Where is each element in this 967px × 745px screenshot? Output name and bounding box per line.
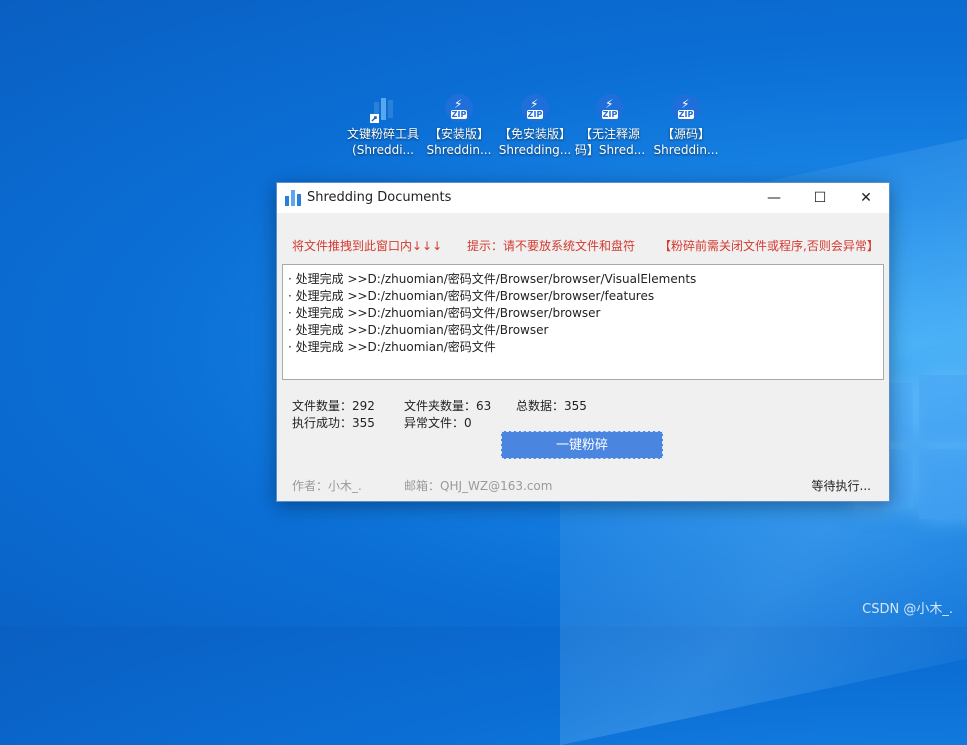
zip-icon: ⚡ ZIP — [672, 94, 700, 122]
desktop-icon-label: Shredding... — [498, 143, 572, 157]
desktop-icon-label: (Shreddi... — [352, 143, 414, 157]
desktop-icon-source-nocomment-zip[interactable]: ⚡ ZIP 【无注释源 码】Shred... — [572, 94, 648, 158]
desktop-icon-label: 【源码】 — [661, 127, 710, 141]
window-title: Shredding Documents — [307, 190, 452, 205]
system-file-tip: 提示：请不要放系统文件和盘符 — [467, 239, 636, 253]
window-titlebar[interactable]: Shredding Documents — ☐ ✕ — [277, 183, 889, 213]
minimize-button[interactable]: — — [751, 183, 797, 213]
desktop-icon-install-zip[interactable]: ⚡ ZIP 【安装版】 Shreddin... — [421, 94, 497, 158]
status-text: 等待执行... — [811, 479, 871, 493]
folder-count: 文件夹数量：63 — [404, 399, 492, 413]
zip-icon: ⚡ ZIP — [521, 94, 549, 122]
drag-hint: 将文件推拽到此窗口内↓↓↓ — [292, 239, 443, 253]
log-line: · 处理完成 >>D:/zhuomian/密码文件 — [288, 340, 496, 354]
desktop-icon-shredder-shortcut[interactable]: 文键粉碎工具 (Shreddi... — [345, 94, 421, 158]
error-count: 异常文件：0 — [404, 416, 472, 430]
maximize-button[interactable]: ☐ — [797, 183, 843, 213]
log-line: · 处理完成 >>D:/zhuomian/密码文件/Browser/browse… — [288, 272, 697, 286]
desktop-icon-portable-zip[interactable]: ⚡ ZIP 【免安装版】 Shredding... — [497, 94, 573, 158]
desktop-icon-label: 【免安装版】 — [498, 127, 571, 141]
log-line: · 处理完成 >>D:/zhuomian/密码文件/Browser/browse… — [288, 306, 601, 320]
drop-zone-log[interactable]: · 处理完成 >>D:/zhuomian/密码文件/Browser/browse… — [282, 264, 884, 380]
success-count: 执行成功：355 — [292, 416, 375, 430]
desktop-icon-label: 【无注释源 — [579, 127, 640, 141]
shredding-window: Shredding Documents — ☐ ✕ 将文件推拽到此窗口内↓↓↓ … — [276, 182, 890, 502]
desktop-icon-label: 【安装版】 — [428, 127, 489, 141]
email-label: 邮箱：QHJ_WZ@163.com — [404, 479, 553, 493]
shred-button[interactable]: 一键粉碎 — [501, 431, 663, 459]
desktop-icon-label: 文键粉碎工具 — [346, 127, 419, 141]
log-line: · 处理完成 >>D:/zhuomian/密码文件/Browser/browse… — [288, 289, 655, 303]
zip-icon: ⚡ ZIP — [445, 94, 473, 122]
close-button[interactable]: ✕ — [843, 183, 889, 213]
close-file-warning: 【粉碎前需关闭文件或程序,否则会异常】 — [659, 239, 879, 253]
app-shortcut-icon — [368, 94, 398, 124]
desktop-icon-label: Shreddin... — [426, 143, 492, 157]
csdn-watermark: CSDN @小木_. — [862, 602, 953, 617]
desktop-icon-source-zip[interactable]: ⚡ ZIP 【源码】 Shreddin... — [648, 94, 724, 158]
log-line: · 处理完成 >>D:/zhuomian/密码文件/Browser — [288, 323, 549, 337]
desktop-icon-label: 码】Shred... — [574, 143, 646, 157]
app-icon — [285, 190, 301, 206]
file-count: 文件数量：292 — [292, 399, 375, 413]
total-count: 总数据：355 — [516, 399, 587, 413]
desktop-icon-label: Shreddin... — [653, 143, 719, 157]
zip-icon: ⚡ ZIP — [596, 94, 624, 122]
author-label: 作者：小木_. — [292, 479, 362, 493]
